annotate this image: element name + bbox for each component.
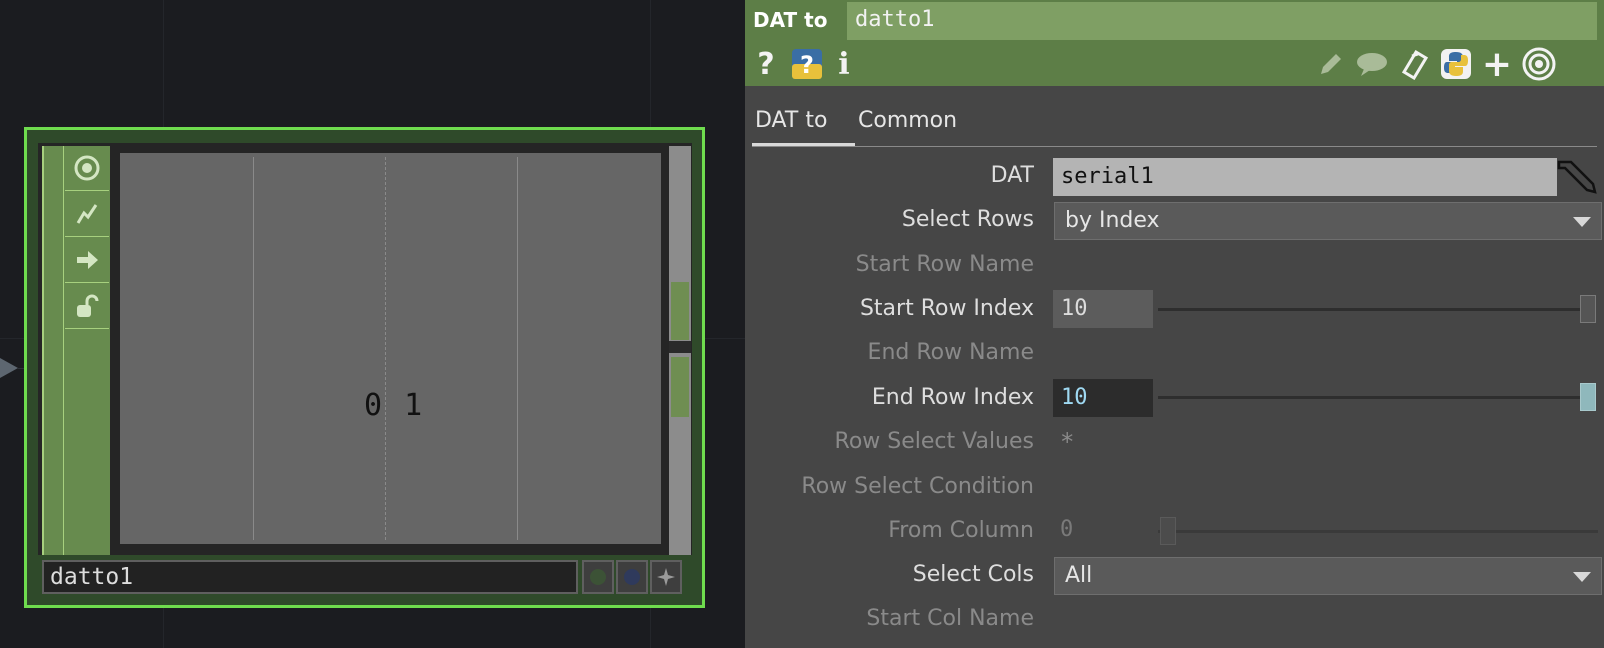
slider-handle[interactable] [1160, 517, 1176, 545]
end-row-index-field[interactable]: 10 [1053, 379, 1153, 417]
python-help-icon[interactable]: ? [789, 46, 825, 82]
center-divider [385, 157, 387, 540]
input-connector-arrow[interactable] [0, 358, 18, 378]
param-label-select-rows: Select Rows [901, 207, 1034, 232]
sidebar-divider [63, 146, 64, 555]
select-cols-menu[interactable]: All [1054, 557, 1602, 595]
param-label-row-select-values: Row Select Values [834, 429, 1034, 454]
slider-handle[interactable] [1580, 383, 1596, 411]
row-select-values-field[interactable]: * [1060, 428, 1074, 456]
dat-viewer [120, 153, 661, 544]
info-icon[interactable]: i [835, 46, 853, 82]
display-flag-icon [624, 569, 640, 585]
node-name-field[interactable]: datto1 [42, 560, 578, 594]
from-column-slider[interactable] [1158, 530, 1598, 533]
tab-divider [752, 146, 1597, 147]
param-label-select-cols: Select Cols [912, 562, 1034, 587]
viewer-toggle-icon[interactable] [65, 146, 109, 191]
param-label-start-col-name: Start Col Name [866, 606, 1034, 631]
param-label-end-row-name: End Row Name [867, 340, 1034, 365]
chevron-down-icon [1573, 572, 1591, 582]
from-column-field[interactable]: 0 [1060, 517, 1073, 542]
dat-field[interactable]: serial1 [1053, 158, 1557, 196]
param-label-from-column: From Column [888, 518, 1034, 543]
python-icon[interactable] [1439, 46, 1473, 82]
star-icon [657, 568, 675, 586]
tab-common[interactable]: Common [858, 108, 957, 133]
viewer-icon[interactable] [1521, 46, 1557, 82]
parameter-header: DAT to datto1 ? ? i + [745, 0, 1604, 86]
start-row-index-field[interactable]: 10 [1053, 290, 1153, 328]
comment-icon[interactable] [1355, 46, 1389, 82]
clipboard-icon[interactable] [1397, 46, 1431, 82]
parameter-panel: DAT to datto1 ? ? i + DAT to Common [745, 0, 1604, 648]
viewer-value: 0 1 [364, 388, 425, 423]
bypass-arrow-icon[interactable] [65, 238, 109, 283]
svg-text:?: ? [800, 51, 814, 79]
render-flag-button[interactable] [582, 560, 614, 594]
param-label-row-select-condition: Row Select Condition [801, 474, 1034, 499]
slider-handle[interactable] [1580, 295, 1596, 323]
add-icon[interactable]: + [1481, 44, 1513, 85]
param-label-start-row-index: Start Row Index [859, 296, 1034, 321]
tab-dat-to[interactable]: DAT to [755, 108, 827, 133]
operator-type-label: DAT to [753, 8, 828, 32]
dat-drop-icon[interactable] [1557, 158, 1597, 196]
param-label-end-row-index: End Row Index [871, 385, 1034, 410]
edit-icon[interactable] [1315, 46, 1347, 82]
start-row-index-slider[interactable] [1158, 308, 1592, 311]
operator-name-field[interactable]: datto1 [847, 2, 1597, 40]
scroll-thumb[interactable] [671, 282, 689, 340]
select-cols-value: All [1065, 563, 1093, 588]
network-editor[interactable]: 0 1 datto1 [0, 0, 745, 648]
help-icon[interactable]: ? [753, 46, 779, 82]
lock-icon[interactable] [65, 284, 109, 329]
display-flag-button[interactable] [616, 560, 648, 594]
param-label-start-row-name: Start Row Name [855, 252, 1034, 277]
scroll-thumb[interactable] [671, 357, 689, 417]
column-divider [517, 157, 518, 540]
param-label-dat: DAT [990, 163, 1034, 188]
chevron-down-icon [1573, 217, 1591, 227]
cook-flag-icon[interactable] [65, 192, 109, 237]
scroll-gap [669, 341, 691, 353]
render-flag-icon [590, 569, 606, 585]
end-row-index-slider[interactable] [1158, 396, 1592, 399]
select-rows-value: by Index [1065, 208, 1160, 233]
select-rows-menu[interactable]: by Index [1054, 202, 1602, 240]
column-divider [253, 157, 254, 540]
pin-button[interactable] [650, 560, 682, 594]
